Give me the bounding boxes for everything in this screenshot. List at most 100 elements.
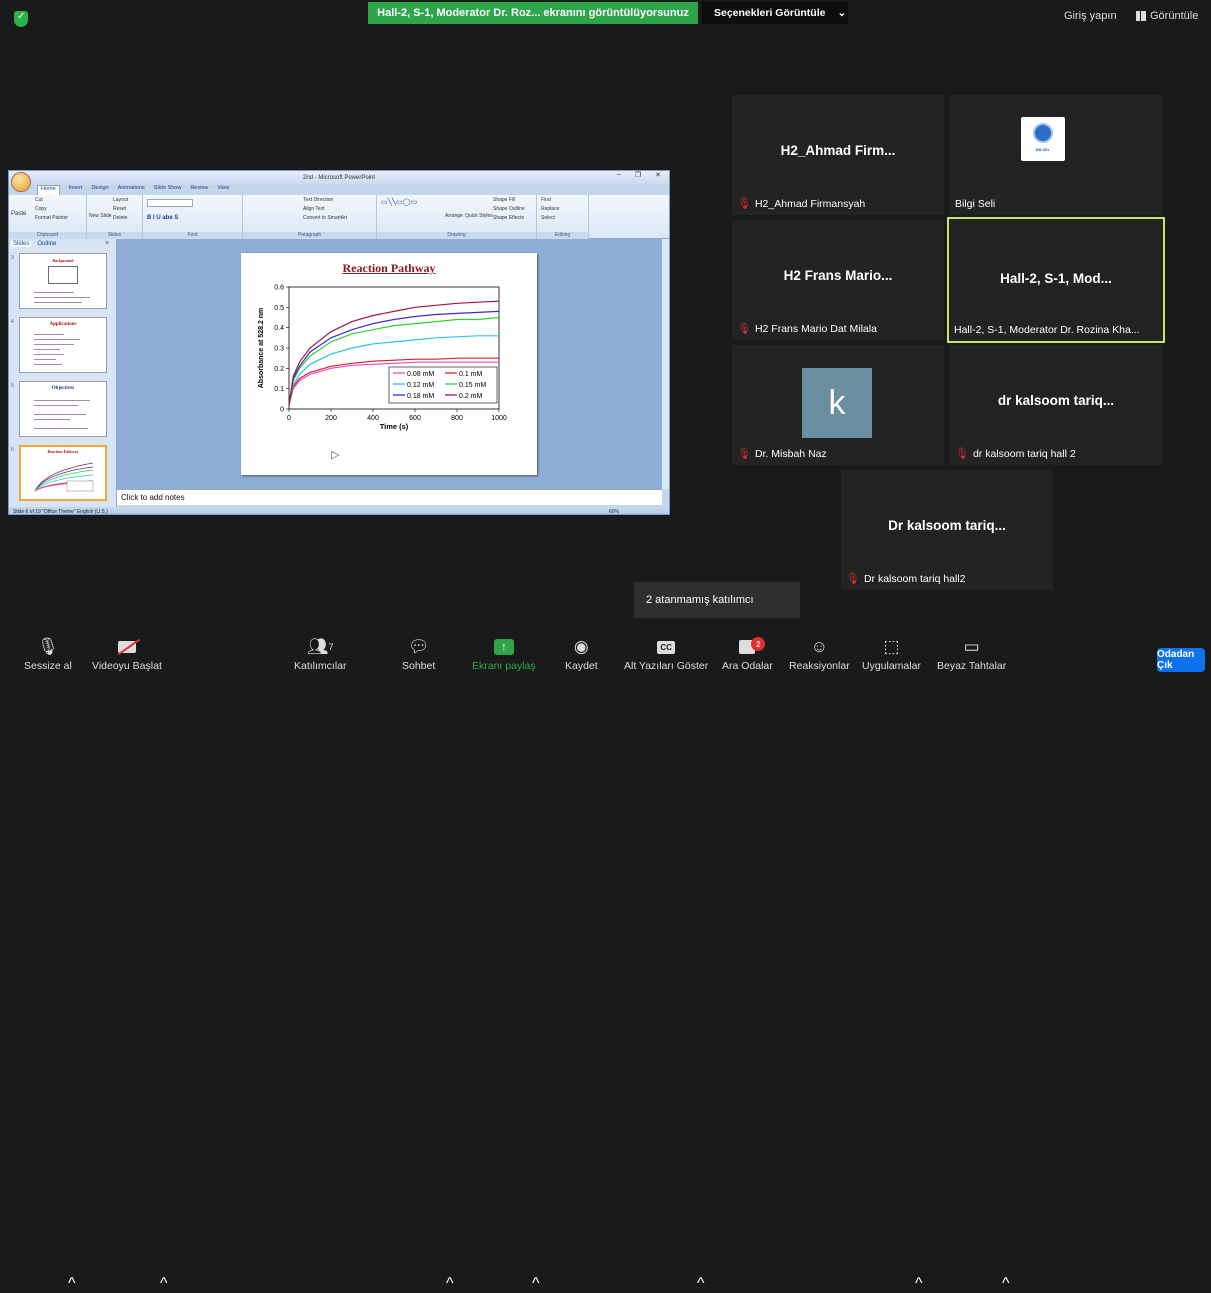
panel-tabs: Slides Outline [11, 241, 56, 247]
record-button[interactable]: ◉ Kaydet [565, 634, 598, 683]
thumb-text-line [34, 414, 86, 415]
participant-label: 🎙︎ Dr kalsoom tariq hall2 [846, 572, 966, 586]
view-options-button[interactable]: Seçenekleri Görüntüle ⌄ [702, 2, 848, 24]
participant-name: H2 Frans Mario Dat Milala [754, 322, 877, 335]
security-shield-icon[interactable] [14, 11, 28, 27]
ribbon-group-editing: Find Replace Select Editing [537, 195, 589, 239]
participants-button[interactable]: 👥︎ 7 Katılımcılar [294, 634, 347, 683]
apps-options-caret[interactable]: ^ [915, 1275, 923, 1293]
view-layout-button[interactable]: Görüntüle [1136, 10, 1198, 22]
ppt-tab-review: Review [190, 185, 209, 191]
chat-label: Sohbet [402, 660, 436, 672]
layout-icon [1136, 11, 1146, 21]
participant-tile[interactable]: H2 Frans Mario... 🎙︎ H2 Frans Mario Dat M… [732, 220, 944, 340]
thumb-text-line [34, 354, 64, 355]
bilsel-logo: BİLSEL [1021, 117, 1065, 161]
whiteboard-icon: ▭ [963, 637, 980, 656]
ppt-scrollbar [662, 239, 669, 489]
slides-panel: Slides Outline × 3 Background 4 Applicat… [9, 239, 117, 507]
ppt-status-text: Slide 6 of 19 "Office Theme" English (U.… [13, 508, 108, 515]
captions-button[interactable]: CC Alt Yazıları Göster [624, 634, 708, 683]
y-tick-label: 0.3 [274, 346, 284, 353]
participant-display-name: Dr kalsoom tariq... [888, 518, 1006, 533]
thumb-text-line [34, 428, 88, 429]
ribbon-group-slides: New Slide Layout Reset Delete Slides [87, 195, 143, 239]
mute-label: Sessize al [24, 660, 72, 672]
start-video-button[interactable]: Videoyu Başlat [92, 634, 162, 683]
participant-tile[interactable]: dr kalsoom tariq... 🎙︎ dr kalsoom tariq h… [950, 345, 1162, 465]
thumb-text-line [34, 364, 62, 365]
whiteboards-label: Beyaz Tahtalar [937, 660, 1007, 672]
mic-muted-icon: 🎙︎ [955, 448, 969, 460]
ppt-tab-home: Home [37, 185, 60, 195]
leave-meeting-button[interactable]: Odadan Çık [1157, 648, 1205, 672]
reactions-label: Reaksiyonlar [789, 660, 850, 672]
legend-label: 0.1 mM [459, 371, 483, 378]
chat-button[interactable]: 💬︎ Sohbet [402, 634, 435, 683]
video-off-icon [117, 634, 141, 660]
share-screen-button[interactable]: ↑ Ekranı paylaş [472, 634, 536, 683]
participant-label: Bilgi Seli [955, 198, 995, 210]
sign-in-link[interactable]: Giriş yapın [1064, 10, 1117, 22]
participants-icon: 👥︎ 7 [306, 637, 334, 656]
font-format-buttons: B I U abe S [147, 215, 179, 221]
thumb-title: Objectives [51, 386, 75, 391]
participant-tile[interactable]: BİLSEL Bilgi Seli [950, 95, 1162, 215]
x-tick-label: 400 [367, 415, 379, 422]
mic-muted-icon: 🎙︎ [737, 323, 751, 335]
mute-button[interactable]: 🎙︎ Sessize al [24, 634, 72, 683]
notes-area: Click to add notes [117, 489, 662, 505]
align-text-label: Align Text [303, 206, 325, 212]
shapes-gallery: ▭╲╲▭◯▭ [381, 199, 418, 206]
apps-button[interactable]: ⬚ Uygulamalar [862, 634, 921, 683]
participant-name: Dr. Misbah Naz [754, 447, 827, 460]
thumb-text-line [34, 349, 60, 350]
participant-label: 🎙︎ H2 Frans Mario Dat Milala [737, 322, 877, 336]
breakout-rooms-button[interactable]: 2 Ara Odalar [722, 634, 773, 683]
whiteboard-options-caret[interactable]: ^ [1002, 1275, 1010, 1293]
editing-group-label: Editing [537, 232, 588, 239]
y-tick-label: 0.4 [274, 325, 284, 332]
shape-effects-label: Shape Effects [493, 215, 525, 221]
thumb-text-line [34, 292, 74, 293]
x-tick-label: 600 [409, 415, 421, 422]
mute-options-caret[interactable]: ^ [68, 1275, 76, 1293]
participant-display-name: dr kalsoom tariq... [997, 393, 1115, 408]
logo-text: BİLSEL [1035, 147, 1051, 152]
chat-options-caret[interactable]: ^ [446, 1275, 454, 1293]
participant-tile-active-speaker[interactable]: Hall-2, S-1, Mod... Hall-2, S-1, Moderat… [947, 217, 1165, 343]
current-slide: Reaction Pathway 0 200 400 600 800 1000 0 0.1 0.… [241, 253, 537, 475]
participant-tile[interactable]: k 🎙︎ Dr. Misbah Naz [732, 345, 944, 465]
video-options-caret[interactable]: ^ [160, 1275, 168, 1293]
y-axis-label: Absorbance at 528.2 nm [258, 308, 265, 389]
participant-tile[interactable]: H2_Ahmad Firm... 🎙︎ H2_Ahmad Firmansyah [732, 95, 944, 215]
ppt-zoom-level: 60% [608, 508, 619, 515]
captions-options-caret[interactable]: ^ [697, 1275, 705, 1293]
participant-tile[interactable]: Dr kalsoom tariq... 🎙︎ Dr kalsoom tariq h… [841, 470, 1053, 590]
quick-styles-label: Quick Styles [465, 213, 493, 219]
microphone-icon: 🎙︎ [37, 637, 59, 656]
reactions-button[interactable]: ☺ Reaksiyonlar [789, 634, 850, 683]
meeting-toolbar: 🎙︎ Sessize al ^ Videoyu Başlat ^ 👥︎ 7 Kat… [0, 634, 1211, 1292]
thumb-text-line [34, 297, 90, 298]
thumb-number: 5 [11, 383, 14, 389]
find-label: Find [541, 197, 551, 203]
slide-thumbnail: Objectives [19, 381, 107, 437]
shape-outline-label: Shape Outline [493, 206, 525, 212]
thumb-title: Applications [49, 322, 77, 327]
participant-name: dr kalsoom tariq hall 2 [972, 447, 1076, 460]
slide-thumbnail-selected: Reaction Pathway [19, 445, 107, 501]
restore-icon: ❐ [634, 172, 642, 179]
paragraph-group-label: Paragraph [243, 232, 376, 239]
avatar: k [802, 368, 872, 438]
share-status-banner: Hall-2, S-1, Moderator Dr. Roz... ekranı… [368, 2, 698, 24]
share-options-caret[interactable]: ^ [532, 1275, 540, 1293]
whiteboards-button[interactable]: ▭ Beyaz Tahtalar [937, 634, 1006, 683]
ribbon-group-font: B I U abe S Font [143, 195, 243, 239]
participant-name: Hall-2, S-1, Moderator Dr. Rozina Kha... [954, 324, 1140, 336]
close-icon: ✕ [655, 172, 661, 179]
reaction-pathway-chart: 0 200 400 600 800 1000 0 0.1 0.2 0.3 0.4 0.5 0.6 Time… [258, 285, 507, 432]
window-controls: – ❐ ✕ [617, 171, 661, 179]
x-tick-label: 200 [325, 415, 337, 422]
ppt-tab-design: Design [91, 185, 109, 191]
